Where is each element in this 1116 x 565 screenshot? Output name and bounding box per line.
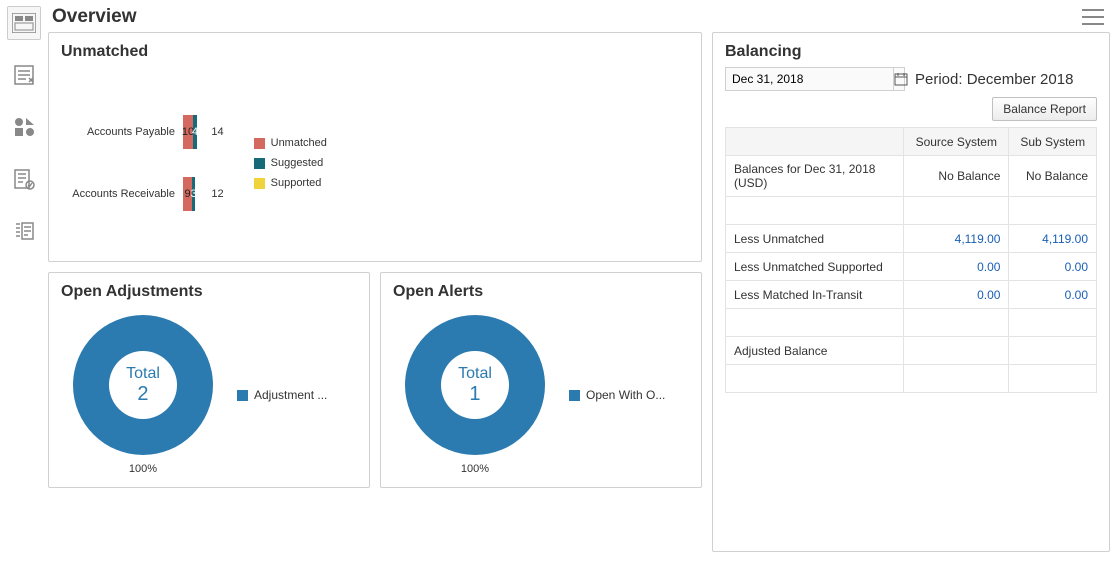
row-less-unmatched-supported: Less Unmatched Supported 0.00 0.00 — [726, 253, 1097, 281]
page-title: Overview — [52, 6, 137, 28]
cell-label: Balances for Dec 31, 2018 (USD) — [726, 156, 904, 197]
swatch-adjustment — [237, 390, 248, 401]
bar-total: 12 — [211, 188, 223, 200]
row-balances: Balances for Dec 31, 2018 (USD) No Balan… — [726, 156, 1097, 197]
unmatched-panel: Unmatched Accounts Payable 10 4 — [48, 32, 702, 262]
col-source-system: Source System — [904, 128, 1009, 156]
cell-label: Adjusted Balance — [726, 337, 904, 365]
open-adjustments-title: Open Adjustments — [61, 283, 357, 301]
donut-center-label: Total — [126, 365, 160, 383]
donut-center-value: 2 — [126, 383, 160, 406]
swatch-alert — [569, 390, 580, 401]
nav-dashboard[interactable] — [7, 6, 41, 40]
chart-row-accounts-receivable: Accounts Receivable 9 3 12 — [71, 177, 224, 211]
open-adjustments-panel: Open Adjustments Total 2 100% — [48, 272, 370, 488]
alerts-donut-chart[interactable]: Total 1 — [405, 315, 545, 455]
bar-segment-suggested[interactable]: 3 — [192, 177, 195, 211]
nav-approvals[interactable] — [7, 162, 41, 196]
left-icon-rail — [0, 0, 48, 558]
bar-category-label: Accounts Payable — [71, 126, 183, 138]
legend-label: Unmatched — [271, 137, 327, 149]
cell-sub: No Balance — [1009, 156, 1097, 197]
balance-date-input[interactable] — [726, 72, 893, 86]
row-spacer — [726, 309, 1097, 337]
nav-shapes[interactable] — [7, 110, 41, 144]
legend-label: Adjustment ... — [254, 388, 327, 402]
unmatched-legend: Unmatched Suggested Supported — [254, 137, 327, 189]
bar-segment-suggested[interactable]: 4 — [193, 115, 197, 149]
unmatched-title: Unmatched — [61, 43, 689, 61]
chart-row-accounts-payable: Accounts Payable 10 4 14 — [71, 115, 224, 149]
swatch-suggested — [254, 158, 265, 169]
cell-source-link[interactable]: 0.00 — [904, 253, 1009, 281]
donut-center-label: Total — [458, 365, 492, 383]
adjustments-donut-chart[interactable]: Total 2 — [73, 315, 213, 455]
donut-percent: 100% — [405, 463, 545, 475]
balancing-panel: Balancing Period: December 2018 Balance … — [712, 32, 1110, 552]
row-spacer — [726, 365, 1097, 393]
balancing-table: Source System Sub System Balances for De… — [725, 127, 1097, 393]
balance-date-field[interactable] — [725, 67, 905, 91]
row-less-unmatched: Less Unmatched 4,119.00 4,119.00 — [726, 225, 1097, 253]
bar-category-label: Accounts Receivable — [71, 188, 183, 200]
row-spacer — [726, 197, 1097, 225]
cell-sub-link[interactable]: 0.00 — [1009, 281, 1097, 309]
swatch-supported — [254, 178, 265, 189]
balancing-title: Balancing — [725, 43, 1097, 61]
donut-center-value: 1 — [458, 383, 492, 406]
calendar-icon[interactable] — [893, 67, 908, 91]
nav-reports[interactable] — [7, 214, 41, 248]
nav-transactions[interactable] — [7, 58, 41, 92]
legend-label: Supported — [271, 177, 322, 189]
legend-label: Open With O... — [586, 388, 665, 402]
cell-label: Less Unmatched Supported — [726, 253, 904, 281]
unmatched-bar-chart[interactable]: Accounts Payable 10 4 14 Accounts R — [71, 115, 224, 211]
legend-label: Suggested — [271, 157, 324, 169]
cell-source-link[interactable]: 0.00 — [904, 281, 1009, 309]
cell-sub-link[interactable]: 4,119.00 — [1009, 225, 1097, 253]
period-label: Period: December 2018 — [915, 71, 1073, 88]
row-less-matched-intransit: Less Matched In-Transit 0.00 0.00 — [726, 281, 1097, 309]
cell-source-link[interactable]: 4,119.00 — [904, 225, 1009, 253]
swatch-unmatched — [254, 138, 265, 149]
cell-source: No Balance — [904, 156, 1009, 197]
open-alerts-title: Open Alerts — [393, 283, 689, 301]
row-adjusted-balance: Adjusted Balance — [726, 337, 1097, 365]
panel-menu-icon[interactable] — [1082, 9, 1104, 25]
donut-percent: 100% — [73, 463, 213, 475]
cell-label: Less Unmatched — [726, 225, 904, 253]
bar-total: 14 — [211, 126, 223, 138]
col-sub-system: Sub System — [1009, 128, 1097, 156]
balance-report-button[interactable]: Balance Report — [992, 97, 1097, 121]
cell-label: Less Matched In-Transit — [726, 281, 904, 309]
cell-sub-link[interactable]: 0.00 — [1009, 253, 1097, 281]
open-alerts-panel: Open Alerts Total 1 100% — [380, 272, 702, 488]
